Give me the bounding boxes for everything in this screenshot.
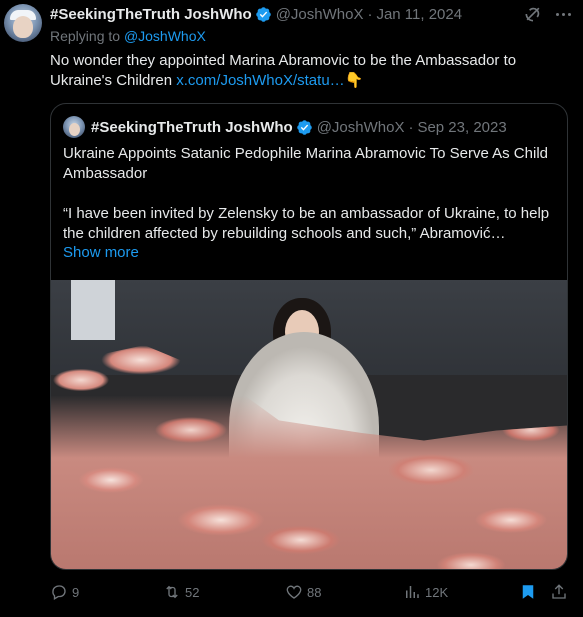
repost-count: 52 xyxy=(185,584,200,600)
like-button[interactable]: 88 xyxy=(285,581,321,603)
reply-button[interactable]: 9 xyxy=(50,581,79,603)
replying-to: Replying to @JoshWhoX xyxy=(50,28,206,44)
more-icon[interactable] xyxy=(552,4,574,24)
share-icon xyxy=(552,584,566,599)
reply-count: 9 xyxy=(72,584,80,600)
post-date[interactable]: Jan 11, 2024 xyxy=(376,6,462,23)
quote-verified-badge-icon xyxy=(296,119,313,136)
replying-mention[interactable]: @JoshWhoX xyxy=(124,28,206,44)
quote-header: #SeekingTheTruth JoshWho @JoshWhoX · Sep… xyxy=(91,117,507,137)
tweet-text: No wonder they appointed Marina Abramovi… xyxy=(50,51,570,91)
repost-icon xyxy=(166,585,178,599)
like-count: 88 xyxy=(307,584,322,600)
share-button[interactable] xyxy=(550,581,568,603)
avatar[interactable] xyxy=(4,4,42,42)
quote-author-handle: @JoshWhoX xyxy=(316,118,405,136)
background-pillar xyxy=(71,280,115,340)
pointing-down-emoji: 👇 xyxy=(344,72,364,89)
bookmark-icon xyxy=(522,585,534,599)
repost-button[interactable]: 52 xyxy=(163,581,199,603)
tweet: #SeekingTheTruth JoshWho @JoshWhoX · Jan… xyxy=(0,0,583,617)
quote-headline: Ukraine Appoints Satanic Pedophile Marin… xyxy=(63,145,548,182)
views-count: 12K xyxy=(425,584,449,600)
show-more-link[interactable]: Show more xyxy=(63,244,139,261)
quote-author-name: #SeekingTheTruth JoshWho xyxy=(91,118,293,136)
quote-avatar xyxy=(63,116,85,138)
quote-separator-dot: · xyxy=(408,118,414,136)
author-name[interactable]: #SeekingTheTruth JoshWho xyxy=(50,6,252,23)
action-bar: 9 52 88 12K xyxy=(0,581,583,603)
quote-date: Sep 23, 2023 xyxy=(417,118,507,136)
replying-prefix: Replying to xyxy=(50,28,121,44)
tweet-header: #SeekingTheTruth JoshWho @JoshWhoX · Jan… xyxy=(50,4,462,24)
reply-icon xyxy=(52,585,66,600)
quote-media-image[interactable] xyxy=(51,280,567,569)
views-icon xyxy=(406,586,419,598)
like-icon xyxy=(286,585,302,599)
bookmark-button[interactable] xyxy=(519,581,537,603)
grok-icon[interactable] xyxy=(523,4,543,24)
author-handle[interactable]: @JoshWhoX xyxy=(276,6,364,23)
quoted-tweet[interactable]: #SeekingTheTruth JoshWho @JoshWhoX · Sep… xyxy=(50,103,568,570)
tweet-link[interactable]: x.com/JoshWhoX/statu… xyxy=(176,72,344,89)
views-button[interactable]: 12K xyxy=(403,581,448,603)
separator-dot: · xyxy=(367,5,373,23)
quote-text: Ukraine Appoints Satanic Pedophile Marin… xyxy=(63,144,557,244)
verified-badge-icon xyxy=(255,6,272,23)
quote-body: “I have been invited by Zelensky to be a… xyxy=(63,205,550,242)
